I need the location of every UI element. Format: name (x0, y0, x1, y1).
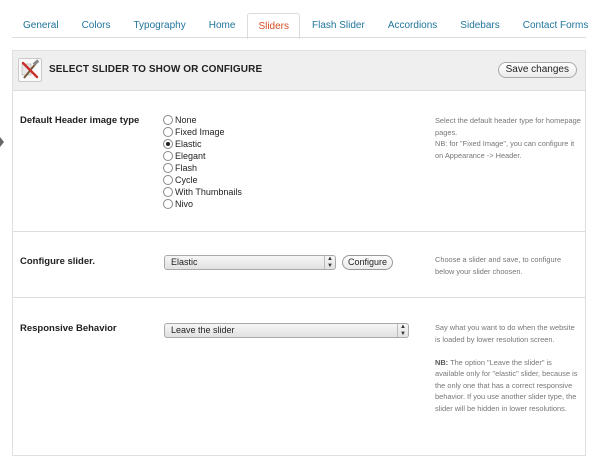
panel-header: SELECT SLIDER TO SHOW OR CONFIGURE Save … (13, 51, 585, 91)
responsive-desc-1: Say what you want to do when the website… (435, 323, 575, 344)
slider-tools-icon (18, 58, 42, 82)
header-type-desc-2: NB: for "Fixed Image", you can configure… (435, 139, 575, 160)
responsive-behavior-row: Responsive Behavior Leave the slider ▲ ▼ … (13, 298, 585, 456)
radio-button[interactable] (163, 199, 173, 209)
tab-accordions[interactable]: Accordions (377, 12, 448, 38)
tab-bar: General Colors Typography Home Sliders F… (12, 12, 600, 39)
responsive-behavior-label: Responsive Behavior (20, 323, 117, 334)
radio-label: None (175, 115, 197, 125)
configure-slider-row: Configure slider. Elastic ▲ ▼ Configure C… (13, 232, 585, 298)
radio-button-selected[interactable] (163, 139, 173, 149)
radio-label: Fixed Image (175, 127, 225, 137)
radio-label: Cycle (175, 175, 198, 185)
header-type-description: Select the default header type for homep… (435, 115, 581, 173)
tab-sidebars[interactable]: Sidebars (449, 12, 510, 38)
radio-option-fixed-image[interactable]: Fixed Image (163, 126, 242, 138)
radio-label: Flash (175, 163, 198, 173)
panel-title: SELECT SLIDER TO SHOW OR CONFIGURE (49, 64, 263, 75)
tab-home[interactable]: Home (198, 12, 247, 38)
radio-option-nivo[interactable]: Nivo (163, 198, 242, 210)
nb-prefix: NB: (435, 357, 449, 367)
tab-colors[interactable]: Colors (71, 12, 122, 38)
responsive-desc-2: NB: The option "Leave the slider" is ava… (435, 357, 581, 415)
radio-label: Elegant (175, 151, 206, 161)
responsive-desc-2-text: The option "Leave the slider" is availab… (435, 357, 578, 413)
configure-slider-description: Choose a slider and save, to configure b… (435, 255, 562, 276)
radio-option-with-thumbnails[interactable]: With Thumbnails (163, 186, 242, 198)
configure-slider-label: Configure slider. (20, 256, 95, 267)
collapse-arrow-icon[interactable] (0, 137, 4, 147)
radio-button[interactable] (163, 163, 173, 173)
slider-settings-panel: SELECT SLIDER TO SHOW OR CONFIGURE Save … (12, 50, 586, 456)
tab-typography[interactable]: Typography (122, 12, 196, 38)
responsive-behavior-description: Say what you want to do when the website… (435, 322, 581, 426)
radio-button[interactable] (163, 115, 173, 125)
responsive-behavior-select[interactable]: Leave the slider ▲ ▼ (164, 323, 409, 338)
radio-label: Elastic (175, 139, 202, 149)
configure-button[interactable]: Configure (342, 255, 394, 270)
tab-flash-slider[interactable]: Flash Slider (301, 12, 376, 38)
radio-option-none[interactable]: None (163, 114, 242, 126)
radio-option-elastic[interactable]: Elastic (163, 138, 242, 150)
slider-select-value: Elastic (171, 257, 198, 267)
header-type-radio-group: None Fixed Image Elastic Elegant Flash C… (163, 114, 242, 210)
radio-button[interactable] (163, 127, 173, 137)
radio-option-cycle[interactable]: Cycle (163, 174, 242, 186)
tab-sliders[interactable]: Sliders (247, 13, 301, 39)
slider-select[interactable]: Elastic ▲ ▼ (164, 255, 336, 270)
select-updown-icon: ▲ ▼ (397, 324, 408, 337)
radio-button[interactable] (163, 151, 173, 161)
radio-button[interactable] (163, 175, 173, 185)
tab-contact-forms[interactable]: Contact Forms (512, 12, 600, 38)
header-type-desc-1: Select the default header type for homep… (435, 116, 581, 137)
save-changes-button[interactable]: Save changes (497, 62, 577, 78)
radio-button[interactable] (163, 187, 173, 197)
radio-option-flash[interactable]: Flash (163, 162, 242, 174)
header-type-row: Default Header image type None Fixed Ima… (13, 92, 585, 232)
radio-label: With Thumbnails (175, 187, 242, 197)
radio-label: Nivo (175, 199, 194, 209)
header-type-label: Default Header image type (20, 115, 140, 126)
tab-general[interactable]: General (12, 12, 70, 38)
radio-option-elegant[interactable]: Elegant (163, 150, 242, 162)
tab-divider (12, 37, 586, 38)
responsive-select-value: Leave the slider (171, 325, 235, 335)
select-updown-icon: ▲ ▼ (324, 256, 335, 269)
